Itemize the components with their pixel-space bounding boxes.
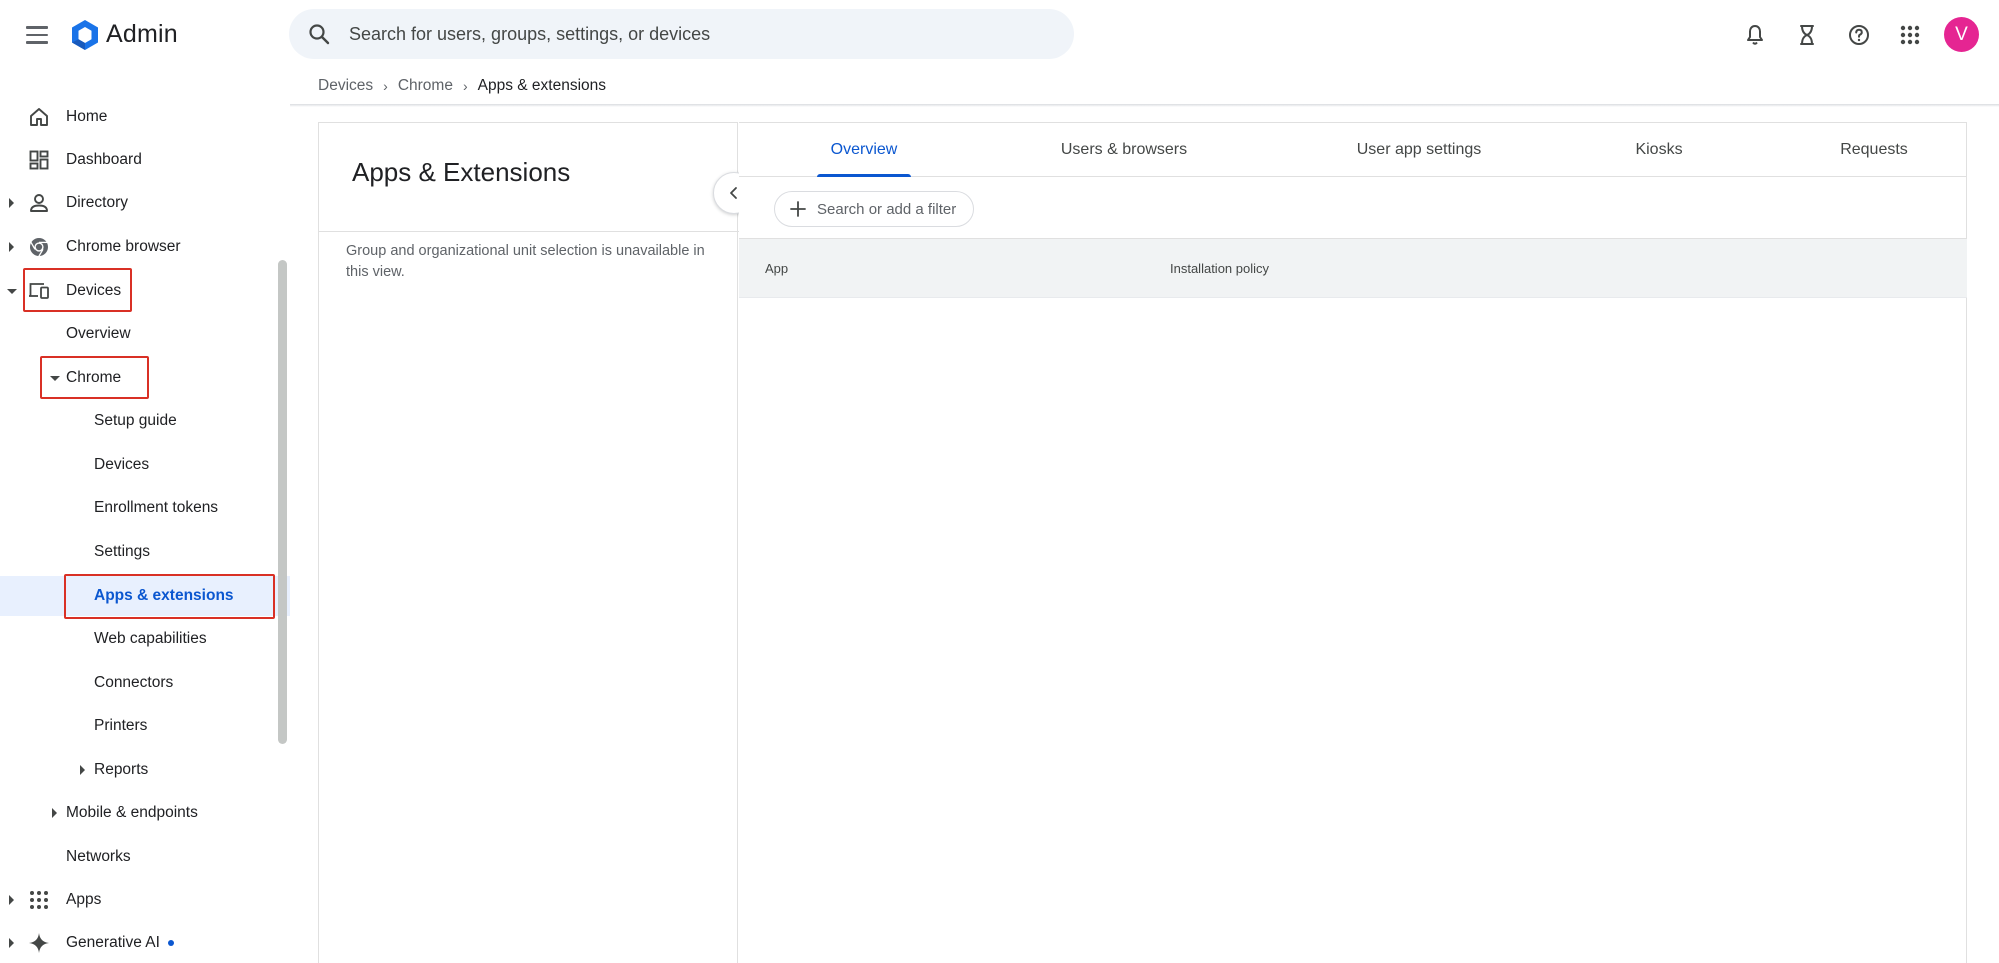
sidebar-nav: Home Dashboard Directory Chrome browser … — [0, 80, 290, 963]
tab-overview[interactable]: Overview — [817, 123, 911, 177]
sidebar-item-devices-overview[interactable]: Overview — [0, 314, 290, 354]
app-name[interactable]: Admin — [106, 20, 178, 49]
chrome-icon — [30, 238, 48, 257]
sidebar-item-label: Printers — [94, 717, 148, 734]
breadcrumb-divider — [290, 104, 1999, 107]
collapse-arrow-icon[interactable] — [50, 376, 60, 381]
top-bar: Admin V — [0, 0, 1999, 70]
sidebar-item-mobile-endpoints[interactable]: Mobile & endpoints — [0, 793, 290, 833]
sidebar-item-label: Dashboard — [66, 151, 142, 168]
expand-arrow-icon[interactable] — [52, 808, 57, 818]
breadcrumb-chrome[interactable]: Chrome — [398, 77, 453, 95]
sidebar-item-reports[interactable]: Reports — [0, 750, 290, 790]
sidebar-item-apps[interactable]: Apps — [0, 880, 290, 920]
expand-arrow-icon[interactable] — [9, 242, 14, 252]
expand-arrow-icon[interactable] — [80, 765, 85, 775]
sidebar-item-chrome-devices[interactable]: Devices — [0, 445, 290, 485]
sparkle-icon — [29, 933, 49, 953]
plus-icon — [790, 201, 806, 217]
devices-icon — [29, 283, 49, 299]
sidebar-item-label: Networks — [66, 848, 131, 865]
sidebar-item-label: Web capabilities — [94, 630, 207, 647]
account-avatar[interactable]: V — [1944, 17, 1979, 52]
notifications-bell-icon[interactable] — [1740, 20, 1770, 50]
tab-user-app-settings[interactable]: User app settings — [1319, 123, 1519, 177]
sidebar-item-label: Generative AI — [66, 934, 174, 952]
breadcrumb-devices[interactable]: Devices — [318, 77, 373, 95]
search-input[interactable] — [349, 9, 1049, 59]
expand-arrow-icon[interactable] — [9, 198, 14, 208]
tab-requests[interactable]: Requests — [1809, 123, 1939, 177]
tab-kiosks[interactable]: Kiosks — [1609, 123, 1709, 177]
sidebar-item-label: Enrollment tokens — [94, 499, 219, 516]
sidebar-item-label: Directory — [66, 194, 129, 211]
home-icon — [30, 108, 48, 126]
expand-arrow-icon[interactable] — [9, 895, 14, 905]
new-badge-dot — [167, 939, 174, 946]
sidebar-item-label: Devices — [66, 282, 122, 299]
sidebar-scrollbar[interactable] — [278, 260, 287, 744]
help-icon[interactable] — [1844, 20, 1874, 50]
sidebar-item-enrollment-tokens[interactable]: Enrollment tokens — [0, 488, 290, 528]
sidebar-item-label: Chrome browser — [66, 238, 181, 255]
page-title: Apps & Extensions — [352, 157, 571, 187]
sidebar-item-label: Mobile & endpoints — [66, 804, 198, 821]
person-icon — [30, 194, 48, 212]
sidebar-item-label: Overview — [66, 325, 131, 342]
sidebar-item-label: Apps — [66, 891, 102, 908]
sidebar-item-label: Apps & extensions — [94, 587, 234, 604]
breadcrumb: Devices › Chrome › Apps & extensions — [318, 77, 606, 95]
add-filter-chip[interactable]: Search or add a filter — [774, 191, 974, 227]
sidebar-item-networks[interactable]: Networks — [0, 837, 290, 877]
sidebar-item-apps-extensions[interactable]: Apps & extensions — [0, 576, 290, 616]
sidebar-item-settings[interactable]: Settings — [0, 532, 290, 572]
main-menu-button[interactable] — [22, 22, 54, 48]
breadcrumb-current: Apps & extensions — [477, 77, 607, 94]
sidebar-item-dashboard[interactable]: Dashboard — [0, 140, 290, 180]
sidebar-item-home[interactable]: Home — [0, 97, 290, 137]
chevron-right-icon: › — [462, 78, 468, 94]
apps-grid-icon — [30, 891, 48, 909]
search-icon[interactable] — [307, 22, 331, 46]
expand-arrow-icon[interactable] — [9, 938, 14, 948]
column-header-installation-policy[interactable]: Installation policy — [1170, 261, 1269, 276]
sidebar-item-label: Setup guide — [94, 412, 177, 429]
org-unit-panel: Apps & Extensions Group and organization… — [318, 122, 739, 963]
sidebar-item-generative-ai[interactable]: Generative AI — [0, 923, 290, 963]
collapse-arrow-icon[interactable] — [7, 289, 17, 294]
table-header: App Installation policy — [739, 238, 1967, 298]
column-header-app[interactable]: App — [765, 261, 788, 276]
sidebar-item-web-capabilities[interactable]: Web capabilities — [0, 619, 290, 659]
sidebar-item-setup-guide[interactable]: Setup guide — [0, 401, 290, 441]
sidebar-item-label: Home — [66, 108, 108, 125]
chevron-right-icon: › — [383, 78, 388, 94]
sidebar-item-label: Reports — [94, 761, 149, 778]
sidebar-item-label: Devices — [94, 456, 150, 473]
sidebar-item-devices[interactable]: Devices — [0, 271, 290, 311]
sidebar-item-directory[interactable]: Directory — [0, 183, 290, 223]
sidebar-item-connectors[interactable]: Connectors — [0, 663, 290, 703]
tab-users-browsers[interactable]: Users & browsers — [1029, 123, 1219, 177]
apps-main-panel: Overview Users & browsers User app setti… — [739, 122, 1967, 963]
admin-logo-icon[interactable] — [68, 18, 102, 52]
filter-label: Search or add a filter — [817, 200, 957, 218]
sidebar-item-chrome[interactable]: Chrome — [0, 358, 290, 398]
org-unit-unavailable-note: Group and organizational unit selection … — [346, 243, 705, 280]
sidebar-item-label: Connectors — [94, 674, 174, 691]
dashboard-icon — [29, 150, 49, 170]
panel-divider — [319, 231, 739, 232]
sidebar-item-chrome-browser[interactable]: Chrome browser — [0, 227, 290, 267]
sidebar-item-label: Chrome — [66, 369, 122, 386]
sidebar-item-printers[interactable]: Printers — [0, 706, 290, 746]
apps-grid-icon[interactable] — [1895, 20, 1925, 50]
tab-bar: Overview Users & browsers User app setti… — [739, 123, 1967, 177]
hourglass-tasks-icon[interactable] — [1792, 20, 1822, 50]
sidebar-item-label: Settings — [94, 543, 151, 560]
search-bar[interactable] — [289, 9, 1074, 59]
